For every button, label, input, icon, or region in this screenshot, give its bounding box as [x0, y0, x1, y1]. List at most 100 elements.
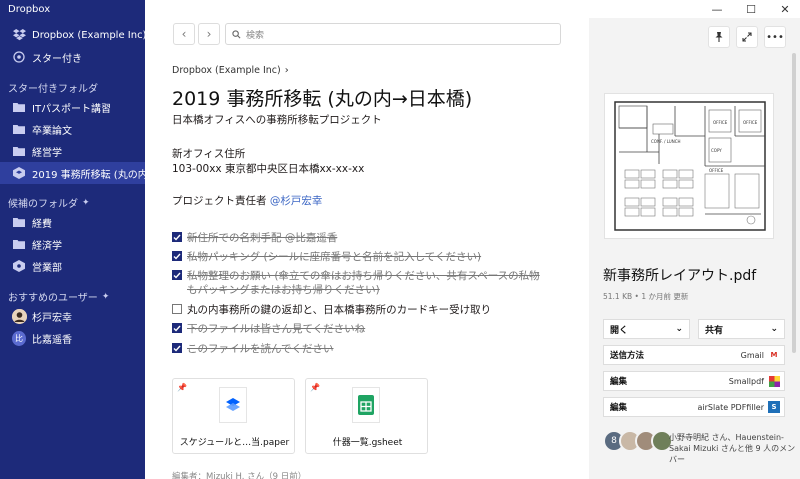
folder-icon [12, 100, 26, 114]
sidebar-item-dropbox-root[interactable]: Dropbox (Example Inc) [0, 24, 145, 46]
close-button[interactable]: ✕ [771, 0, 799, 18]
task-item[interactable]: 下のファイルは皆さん見てくださいね [172, 322, 365, 336]
address-label: 新オフィス住所 [172, 148, 246, 160]
doc-subtitle: 日本橋オフィスへの事務所移転プロジェクト [172, 114, 382, 126]
expand-button[interactable] [736, 26, 758, 48]
chevron-down-icon: ⌄ [675, 324, 683, 334]
more-icon: ••• [766, 31, 784, 43]
checkbox-checked[interactable] [172, 323, 182, 333]
members-text: 小野寺明紀 さん、Hauenstein-Sakai Mizuki さんと他 9 … [669, 433, 796, 464]
sidebar-item-thesis[interactable]: 卒業論文 [0, 118, 145, 140]
airslate-icon: S [768, 401, 780, 413]
sidebar-item-sales[interactable]: 営業部 [0, 255, 145, 277]
member-avatars[interactable]: 8 [603, 430, 673, 452]
checkbox-checked[interactable] [172, 251, 182, 261]
task-item[interactable]: 私物整理のお願い (傘立ての傘はお持ち帰りください、共有スペースの私物 もパッキン… [172, 269, 540, 297]
sidebar-item-label: Dropbox (Example Inc) [32, 29, 145, 41]
search-icon [232, 29, 241, 39]
sidebar-item-expenses[interactable]: 経費 [0, 211, 145, 233]
sidebar-item-label: ITパスポート講習 [32, 103, 112, 115]
folder-icon [12, 144, 26, 158]
dropbox-icon [12, 28, 26, 42]
task-item[interactable]: このファイルを読んでください [172, 342, 333, 356]
smallpdf-icon [768, 375, 780, 387]
pin-button[interactable] [708, 26, 730, 48]
sidebar-item-label: 経費 [32, 218, 52, 230]
checkbox-checked[interactable] [172, 343, 182, 353]
chevron-down-icon: ⌄ [770, 324, 778, 334]
breadcrumb[interactable]: Dropbox (Example Inc) › [172, 65, 289, 76]
paper-icon [12, 166, 26, 180]
sidebar-item-it-passport[interactable]: ITパスポート講習 [0, 96, 145, 118]
panel-scrollbar[interactable] [792, 53, 796, 353]
star-icon [12, 50, 26, 64]
file-card-paper[interactable]: 📌 スケジュールと…当.paper [172, 378, 295, 454]
forward-button[interactable]: › [198, 23, 220, 45]
open-dropdown[interactable]: 開く ⌄ [603, 319, 690, 339]
file-meta: 51.1 KB • 1 か月前 更新 [603, 292, 689, 301]
edit-airslate-button[interactable]: 編集 airSlate PDFfiller S [603, 397, 785, 417]
sidebar-item-office-move[interactable]: 2019 事務所移転 (丸の内→日本橋) [0, 162, 145, 184]
floorplan-label: OFFICE [713, 120, 728, 125]
owner-mention[interactable]: @杉戸宏幸 [270, 195, 323, 207]
maximize-button[interactable]: ☐ [737, 0, 765, 18]
sidebar: Dropbox Dropbox (Example Inc) スター付き スター付… [0, 0, 145, 479]
more-options-button[interactable]: ••• [764, 26, 786, 48]
search-placeholder: 検索 [246, 30, 265, 41]
sidebar-item-label: 経済学 [32, 240, 62, 252]
minimize-button[interactable]: — [703, 0, 731, 18]
sidebar-item-management[interactable]: 経営学 [0, 140, 145, 162]
floorplan-label: COPY [711, 148, 722, 153]
back-button[interactable]: ‹ [173, 23, 195, 45]
starred-folders-header: スター付きフォルダ [8, 84, 98, 95]
sidebar-item-label: 比嘉遥香 [32, 334, 72, 346]
suggested-folders-header: 候補のフォルダ ✦ [8, 197, 90, 211]
file-card-gsheet[interactable]: 📌 什器一覧.gsheet [305, 378, 428, 454]
checkbox-unchecked[interactable] [172, 304, 182, 314]
task-item[interactable]: 私物パッキング (シールに座席番号と名前を記入してください) [172, 250, 481, 264]
gmail-icon: M [770, 351, 778, 359]
floorplan-label: CONF. / LUNCH [651, 139, 681, 144]
expand-icon [742, 32, 752, 42]
editor-note: 編集者：Mizuki H. さん（9 日前） [172, 472, 307, 479]
folder-icon [12, 122, 26, 136]
sidebar-item-label: スター付き [32, 53, 82, 65]
floorplan-label: OFFICE [743, 120, 758, 125]
task-item[interactable]: 丸の内事務所の鍵の返却と、日本橋事務所のカードキー受け取り [172, 303, 491, 317]
task-item[interactable]: 新住所での名刺手配 @比嘉遥香 [172, 231, 337, 245]
file-name: スケジュールと…当.paper [179, 438, 290, 448]
avatar: 比 [12, 330, 26, 346]
sidebar-item-economics[interactable]: 経済学 [0, 233, 145, 255]
sidebar-item-label: 杉戸宏幸 [32, 312, 72, 324]
avatar [11, 308, 27, 324]
app-title: Dropbox [8, 4, 51, 15]
sparkle-icon: ✦ [101, 291, 110, 302]
checkbox-checked[interactable] [172, 232, 182, 242]
sidebar-item-label: 営業部 [32, 262, 62, 274]
pdf-preview[interactable]: CONF. / LUNCH OFFICE OFFICE OFFICE COPY [604, 93, 774, 239]
floorplan-label: OFFICE [709, 168, 724, 173]
folder-icon [12, 237, 26, 251]
main-content: ‹ › 検索 Dropbox (Example Inc) › 2019 事務所移転… [145, 0, 589, 479]
sidebar-item-label: 卒業論文 [32, 125, 72, 137]
search-input[interactable]: 検索 [225, 23, 561, 45]
address-text: 103-00xx 東京都中央区日本橋xx-xx-xx [172, 163, 365, 175]
page-title: 2019 事務所移転 (丸の内→日本橋) [172, 88, 473, 110]
file-title: 新事務所レイアウト.pdf [603, 268, 757, 284]
file-details-panel: ••• CONF. / LUNCH OFFICE OFFICE OFFICE C… [589, 18, 800, 479]
checkbox-checked[interactable] [172, 270, 182, 280]
sidebar-user-sugito[interactable]: 杉戸宏幸 [0, 305, 145, 327]
pin-icon: 📌 [310, 383, 320, 392]
sidebar-item-label: 経営学 [32, 147, 62, 159]
share-dropdown[interactable]: 共有 ⌄ [698, 319, 785, 339]
shared-folder-icon [12, 259, 26, 273]
send-via-gmail-button[interactable]: 送信方法 Gmail M [603, 345, 785, 365]
suggested-users-header: おすすめのユーザー ✦ [8, 291, 110, 305]
folder-icon [12, 215, 26, 229]
edit-smallpdf-button[interactable]: 編集 Smallpdf [603, 371, 785, 391]
sidebar-user-higa[interactable]: 比 比嘉遥香 [0, 327, 145, 349]
sidebar-item-starred[interactable]: スター付き [0, 46, 145, 68]
owner-line: プロジェクト責任者 @杉戸宏幸 [172, 195, 323, 207]
sidebar-item-label: 2019 事務所移転 (丸の内→日本橋) [32, 169, 145, 181]
file-name: 什器一覧.gsheet [332, 438, 403, 448]
